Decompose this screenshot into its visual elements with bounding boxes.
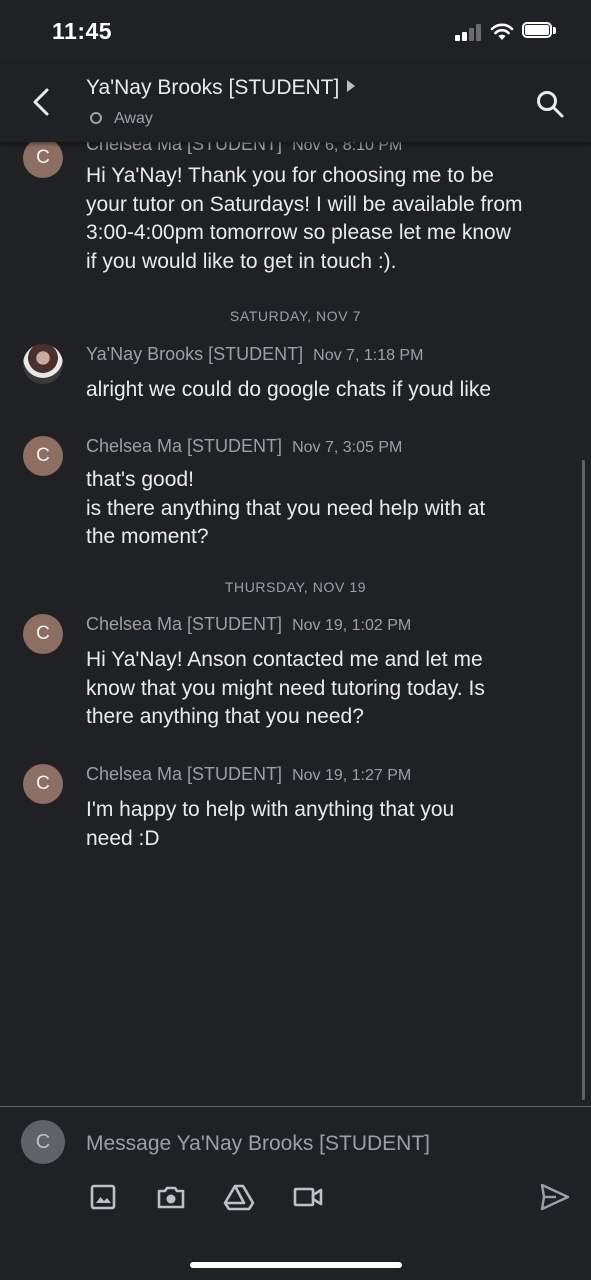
wifi-icon — [490, 23, 514, 40]
message-time: Nov 7, 3:05 PM — [292, 439, 403, 456]
message-line: your tutor on Saturdays! I will be avail… — [86, 192, 523, 216]
message-text: alright we could do google chats if youd… — [86, 376, 576, 405]
presence-label: Away — [114, 110, 153, 127]
message-line: 3:00-4:00pm tomorrow so please let me kn… — [86, 221, 511, 244]
message-input[interactable] — [86, 1128, 566, 1160]
home-indicator[interactable] — [190, 1262, 402, 1268]
message-line: Hi Ya'Nay! Thank you for choosing me to … — [86, 164, 494, 187]
message-time: Nov 7, 1:18 PM — [313, 347, 424, 364]
camera-icon[interactable] — [154, 1180, 188, 1214]
avatar[interactable]: C — [23, 764, 63, 804]
avatar[interactable]: C — [23, 142, 63, 178]
sender-name: Chelsea Ma [STUDENT] — [86, 614, 283, 634]
send-icon[interactable] — [538, 1180, 572, 1214]
sender-name: Ya'Nay Brooks [STUDENT] — [86, 344, 304, 364]
message-line: need :D — [86, 826, 160, 850]
message-time: Nov 19, 1:02 PM — [292, 617, 412, 634]
message-sender: Chelsea Ma [STUDENT] Nov 6, 8:10 PM — [86, 142, 402, 155]
date-divider: THURSDAY, NOV 19 — [224, 579, 367, 595]
presence-dot-icon — [90, 111, 102, 124]
message-sender: Chelsea Ma [STUDENT] Nov 7, 3:05 PM — [86, 436, 402, 457]
presence-status: Away — [90, 110, 153, 128]
message-line: if you would like to get in touch :). — [86, 249, 397, 273]
message-line: is there anything that you need help wit… — [86, 496, 486, 520]
scrollbar[interactable] — [582, 460, 585, 1100]
sender-name: Chelsea Ma [STUDENT] — [86, 436, 283, 456]
avatar: C — [21, 1120, 65, 1164]
battery-icon — [522, 22, 556, 40]
chat-title-label: Ya'Nay Brooks [STUDENT] — [86, 76, 340, 99]
status-time: 11:45 — [52, 18, 113, 44]
composer-divider — [0, 1106, 591, 1107]
message-line: the moment? — [86, 525, 209, 548]
message-line: I'm happy to help with anything that you — [86, 798, 455, 821]
drive-icon[interactable] — [222, 1180, 256, 1214]
message-sender: Chelsea Ma [STUDENT] Nov 19, 1:02 PM — [86, 614, 411, 635]
search-icon[interactable] — [534, 88, 566, 120]
sender-name: Chelsea Ma [STUDENT] — [86, 142, 283, 154]
message-line: that's good! — [86, 468, 194, 491]
chat-title[interactable]: Ya'Nay Brooks [STUDENT] — [86, 76, 356, 100]
message-time: Nov 19, 1:27 PM — [292, 767, 412, 784]
date-divider: SATURDAY, NOV 7 — [229, 308, 362, 324]
video-icon[interactable] — [291, 1180, 325, 1214]
avatar[interactable]: C — [23, 436, 63, 476]
signal-icon — [455, 24, 483, 41]
chat-header: Ya'Nay Brooks [STUDENT] Away — [0, 64, 591, 142]
back-arrow-icon[interactable] — [24, 84, 60, 120]
status-bar: 11:45 — [0, 0, 591, 64]
message-line: know that you might need tutoring today.… — [86, 676, 485, 700]
message-sender: Chelsea Ma [STUDENT] Nov 19, 1:27 PM — [86, 764, 411, 785]
avatar[interactable]: C — [23, 614, 63, 654]
message-text: Hi Ya'Nay! Anson contacted me and let me… — [86, 646, 576, 732]
message-text: I'm happy to help with anything that you… — [86, 796, 576, 853]
avatar[interactable] — [23, 344, 63, 384]
sender-name: Chelsea Ma [STUDENT] — [86, 764, 283, 784]
message-text: that's good! is there anything that you … — [86, 466, 576, 552]
message-line: Hi Ya'Nay! Anson contacted me and let me — [86, 648, 483, 671]
message-line: alright we could do google chats if youd… — [86, 378, 492, 401]
message-time: Nov 6, 8:10 PM — [292, 142, 403, 154]
image-icon[interactable] — [86, 1180, 120, 1214]
message-sender: Ya'Nay Brooks [STUDENT] Nov 7, 1:18 PM — [86, 344, 423, 365]
message-text: Hi Ya'Nay! Thank you for choosing me to … — [86, 162, 576, 276]
message-list[interactable]: C Chelsea Ma [STUDENT] Nov 6, 8:10 PM Hi … — [0, 142, 591, 1106]
caret-right-icon — [347, 80, 356, 93]
message-line: there anything that you need? — [86, 705, 364, 728]
